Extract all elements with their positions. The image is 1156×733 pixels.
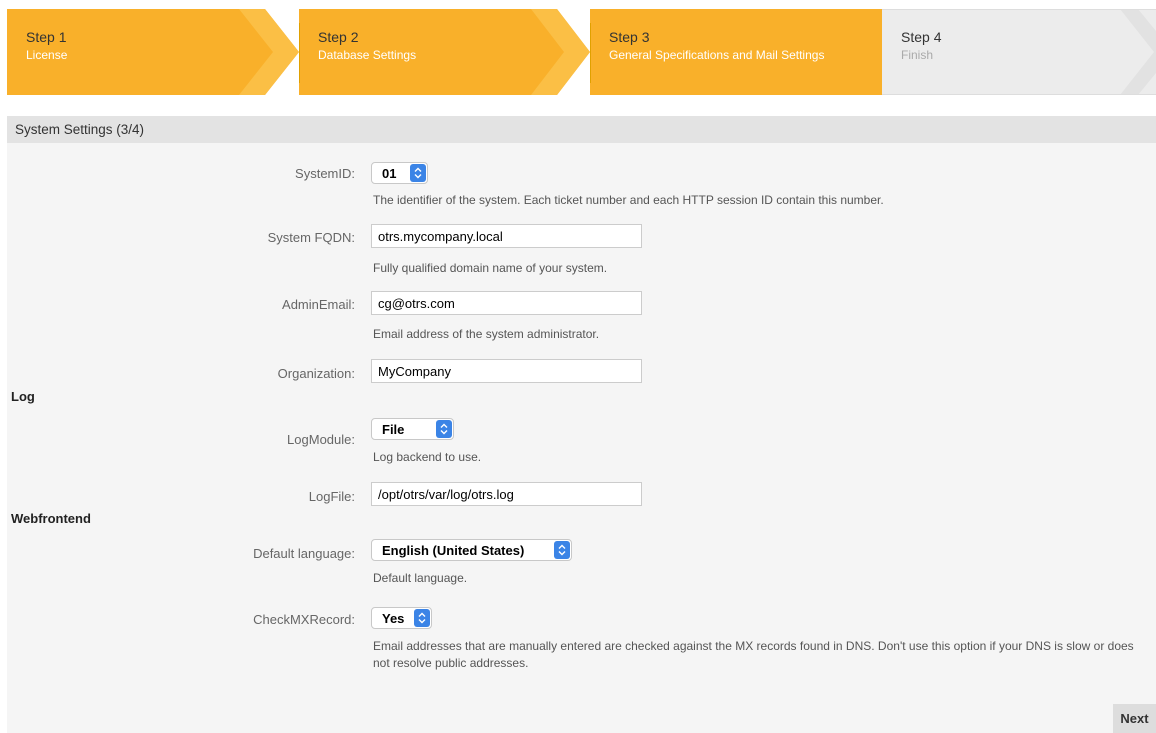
select-arrows-icon	[414, 609, 430, 627]
step-divider	[299, 23, 300, 83]
default-language-label: Default language:	[253, 546, 355, 561]
check-mx-select[interactable]: Yes	[371, 607, 432, 629]
log-module-label: LogModule:	[287, 432, 355, 447]
panel-title: System Settings (3/4)	[7, 116, 1156, 143]
step-1-number: Step 1	[26, 29, 67, 45]
log-section-heading: Log	[11, 389, 35, 404]
step-1: Step 1 License	[7, 9, 299, 95]
admin-email-label: AdminEmail:	[282, 297, 355, 312]
step-3-number: Step 3	[609, 29, 650, 45]
default-language-value: English (United States)	[382, 543, 525, 558]
default-language-select[interactable]: English (United States)	[371, 539, 572, 561]
check-mx-label: CheckMXRecord:	[253, 612, 355, 627]
organization-label: Organization:	[277, 366, 355, 381]
fqdn-label: System FQDN:	[267, 230, 355, 245]
system-id-help: The identifier of the system. Each ticke…	[373, 193, 884, 207]
admin-email-help: Email address of the system administrato…	[373, 327, 600, 341]
fqdn-input[interactable]	[371, 224, 642, 248]
system-id-value: 01	[382, 166, 397, 181]
wizard-steps: Step 1 License Step 2 Database Settings …	[7, 9, 1156, 95]
log-module-select[interactable]: File	[371, 418, 454, 440]
select-arrows-icon	[410, 164, 426, 182]
select-arrows-icon	[554, 541, 570, 559]
default-language-help: Default language.	[373, 571, 468, 585]
step-3: Step 3 General Specifications and Mail S…	[590, 9, 882, 95]
admin-email-input[interactable]	[371, 291, 642, 315]
step-4-title: Finish	[901, 48, 934, 62]
step-3-title: General Specifications and Mail Settings	[609, 48, 825, 62]
fqdn-help: Fully qualified domain name of your syst…	[373, 261, 608, 275]
log-file-input[interactable]	[371, 482, 642, 506]
step-2: Step 2 Database Settings	[299, 9, 590, 95]
system-id-label: SystemID:	[295, 166, 355, 181]
log-module-help: Log backend to use.	[373, 450, 482, 464]
check-mx-help: Email addresses that are manually entere…	[373, 639, 1134, 670]
log-module-value: File	[382, 422, 405, 437]
check-mx-value: Yes	[382, 611, 405, 626]
step-1-title: License	[26, 48, 68, 62]
system-id-select[interactable]: 01	[371, 162, 428, 184]
select-arrows-icon	[436, 420, 452, 438]
webfrontend-section-heading: Webfrontend	[11, 511, 91, 526]
step-4: Step 4 Finish	[882, 9, 1156, 95]
next-button[interactable]: Next	[1113, 704, 1156, 733]
step-2-number: Step 2	[318, 29, 359, 45]
step-divider	[590, 23, 591, 83]
log-file-label: LogFile:	[308, 489, 355, 504]
step-2-title: Database Settings	[318, 48, 417, 62]
step-4-number: Step 4	[901, 29, 942, 45]
organization-input[interactable]	[371, 359, 642, 383]
